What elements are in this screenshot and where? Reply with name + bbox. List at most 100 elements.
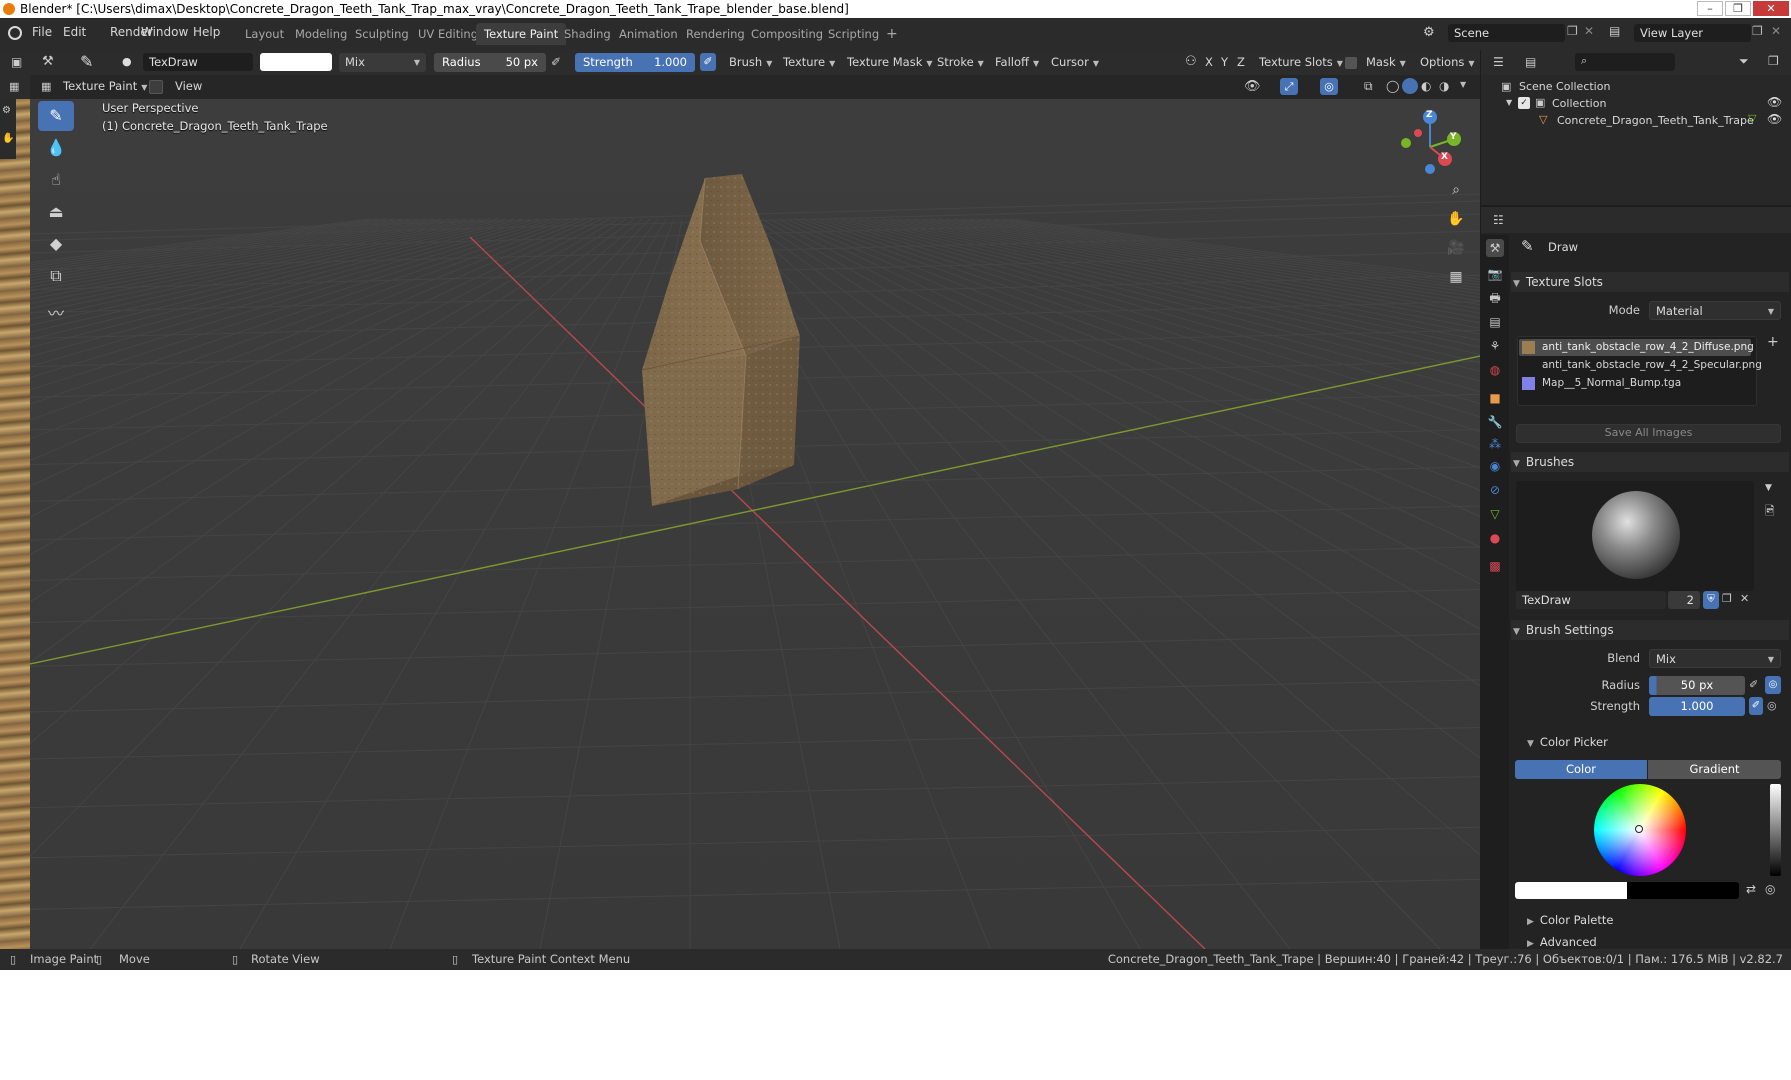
radius-unified-toggle-icon[interactable]: ◎	[1765, 676, 1781, 694]
cursor-menu[interactable]: Cursor ▼	[1045, 53, 1105, 72]
texture-mode-dropdown[interactable]: Material ▼	[1649, 301, 1781, 320]
mask-menu[interactable]: Mask ▼	[1360, 53, 1412, 72]
brush-name-field[interactable]: TexDraw	[143, 53, 253, 71]
primary-color-bar[interactable]	[1515, 882, 1627, 899]
mesh-data-icon[interactable]: ▽	[1748, 112, 1756, 125]
remove-scene-icon[interactable]: ✕	[1584, 24, 1594, 38]
remove-view-layer-icon[interactable]: ✕	[1771, 24, 1781, 38]
tab-rendering[interactable]: Rendering	[678, 23, 753, 45]
mirror-y-toggle[interactable]: Y	[1217, 53, 1232, 72]
strength-field[interactable]: 1.000	[1649, 697, 1745, 716]
menu-edit[interactable]: Edit	[63, 25, 86, 39]
new-view-layer-icon[interactable]: ❐	[1752, 24, 1763, 38]
color-wheel[interactable]	[1594, 784, 1686, 876]
smear-tool-icon[interactable]: ☝	[38, 165, 74, 195]
filter-icon[interactable]: ⏷	[1739, 54, 1749, 69]
strength-slider[interactable]: Strength 1.000	[575, 53, 695, 72]
collection-expand-arrow[interactable]: ▼	[1506, 98, 1512, 107]
maximize-button[interactable]: ❐	[1725, 1, 1751, 16]
texture-slot-diffuse[interactable]: anti_tank_obstacle_row_4_2_Diffuse.png	[1542, 341, 1754, 353]
overlay-toggle-icon[interactable]: ◎	[1320, 78, 1338, 95]
advanced-title[interactable]: ▶ Advanced	[1527, 935, 1597, 949]
texture-slot-specular[interactable]: anti_tank_obstacle_row_4_2_Specular.png	[1542, 359, 1762, 371]
physics-tab-icon[interactable]: ◉	[1486, 457, 1504, 475]
texture-slots-menu[interactable]: Texture Slots ▼	[1253, 53, 1349, 72]
texture-slots-title[interactable]: ▼ Texture Slots	[1513, 275, 1603, 289]
brush-settings-title[interactable]: ▼ Brush Settings	[1513, 623, 1614, 637]
soften-tool-icon[interactable]: 💧	[38, 133, 74, 163]
scene-name-field[interactable]: Scene	[1448, 24, 1565, 42]
gradient-tab[interactable]: Gradient	[1648, 760, 1781, 779]
shading-options-icon[interactable]: ▼	[1460, 80, 1466, 89]
brush-datablock-name[interactable]: TexDraw	[1516, 591, 1666, 609]
object-tab-icon[interactable]: ■	[1486, 389, 1504, 407]
view-layer-tab-icon[interactable]: ▤	[1486, 313, 1504, 331]
strength-pressure-toggle-icon[interactable]: ✐	[1749, 697, 1763, 715]
view-layer-field[interactable]: View Layer	[1634, 24, 1751, 42]
side-hand-icon[interactable]: ✋	[2, 133, 14, 144]
constraints-tab-icon[interactable]: ⊘	[1486, 481, 1504, 499]
color-wheel-cursor[interactable]	[1635, 825, 1643, 833]
radius-field[interactable]: 50 px	[1649, 676, 1745, 695]
3d-viewport[interactable]: User Perspective (1) Concrete_Dragon_Tee…	[30, 99, 1480, 949]
tool-settings-icon[interactable]: ⚒	[42, 54, 54, 69]
xray-icon[interactable]: ⧉	[1364, 79, 1373, 94]
blend-mode-dropdown[interactable]: Mix ▼	[339, 53, 426, 72]
outliner-editor-icon[interactable]: ☰	[1493, 55, 1504, 69]
gizmo-toggle-icon[interactable]: ⤢	[1280, 78, 1298, 95]
tab-shading[interactable]: Shading	[556, 23, 619, 45]
brush-preview[interactable]	[1516, 481, 1754, 591]
scene-selector-icon[interactable]: ⚙	[1423, 25, 1435, 40]
collection-visibility-icon[interactable]: 👁	[1767, 95, 1782, 109]
radius-slider[interactable]: Radius 50 px	[434, 53, 546, 72]
side-settings-icon[interactable]: ⚙	[2, 105, 11, 116]
particles-tab-icon[interactable]: ⁂	[1486, 435, 1504, 453]
brush-menu[interactable]: Brush ▼	[723, 53, 778, 72]
brush-icon[interactable]: ✎	[80, 52, 93, 71]
tab-texture-paint[interactable]: Texture Paint	[476, 23, 567, 45]
view-menu[interactable]: View	[169, 77, 208, 96]
minimize-button[interactable]: –	[1697, 1, 1723, 16]
tab-uv-editing[interactable]: UV Editing	[410, 23, 486, 45]
mirror-z-toggle[interactable]: Z	[1233, 53, 1249, 72]
brush-list-expand-icon[interactable]: ▼	[1765, 483, 1772, 493]
value-slider[interactable]	[1770, 784, 1781, 876]
strength-pressure-icon[interactable]: ✐	[700, 53, 716, 71]
output-tab-icon[interactable]: 🖶	[1486, 289, 1504, 307]
menu-window[interactable]: Window	[141, 25, 188, 39]
add-slot-icon[interactable]: +	[1767, 334, 1779, 350]
strength-unified-toggle-icon[interactable]: ◎	[1767, 699, 1777, 712]
grid-icon[interactable]: ▦	[9, 80, 19, 93]
zoom-icon[interactable]: ⌕	[1443, 177, 1469, 203]
material-tab-icon[interactable]: ●	[1486, 529, 1504, 547]
menu-help[interactable]: Help	[193, 25, 220, 39]
draw-tool-icon[interactable]: ✎	[38, 101, 74, 131]
tab-layout[interactable]: Layout	[237, 23, 292, 45]
color-tab[interactable]: Color	[1515, 760, 1647, 779]
active-tool-tab-icon[interactable]: ⚒	[1486, 239, 1504, 257]
secondary-color-bar[interactable]	[1627, 882, 1739, 899]
mask-checkbox[interactable]	[1345, 57, 1357, 69]
blend-dropdown[interactable]: Mix ▼	[1649, 649, 1781, 668]
radius-pressure-icon[interactable]: ✐	[551, 55, 561, 69]
stroke-menu[interactable]: Stroke ▼	[931, 53, 990, 72]
ortho-grid-icon[interactable]: ▦	[1443, 264, 1469, 290]
display-mode-icon[interactable]: ▤	[1525, 55, 1536, 69]
object-visibility-icon[interactable]: 👁	[1244, 79, 1261, 94]
tab-sculpting[interactable]: Sculpting	[347, 23, 417, 45]
texture-tab-icon[interactable]: ▩	[1486, 557, 1504, 575]
tab-animation[interactable]: Animation	[611, 23, 686, 45]
mirror-x-toggle[interactable]: X	[1201, 53, 1217, 72]
outliner-object[interactable]: Concrete_Dragon_Teeth_Tank_Trape	[1557, 114, 1754, 127]
editor-type-icon[interactable]: ▣	[11, 55, 22, 69]
outliner-scene-collection[interactable]: Scene Collection	[1519, 80, 1610, 93]
mode-dropdown[interactable]: Texture Paint ▼	[57, 77, 153, 96]
tab-modeling[interactable]: Modeling	[287, 23, 355, 45]
color-palette-title[interactable]: ▶ Color Palette	[1527, 913, 1613, 927]
options-menu[interactable]: Options ▼	[1414, 53, 1481, 72]
pan-hand-icon[interactable]: ✋	[1443, 206, 1469, 232]
clone-tool-icon[interactable]: ⏏	[38, 197, 74, 227]
wireframe-shading-icon[interactable]: ◯	[1386, 79, 1399, 93]
view-layer-icon[interactable]: ▤	[1609, 24, 1620, 38]
mirror-icon[interactable]: ⚇	[1185, 54, 1197, 69]
